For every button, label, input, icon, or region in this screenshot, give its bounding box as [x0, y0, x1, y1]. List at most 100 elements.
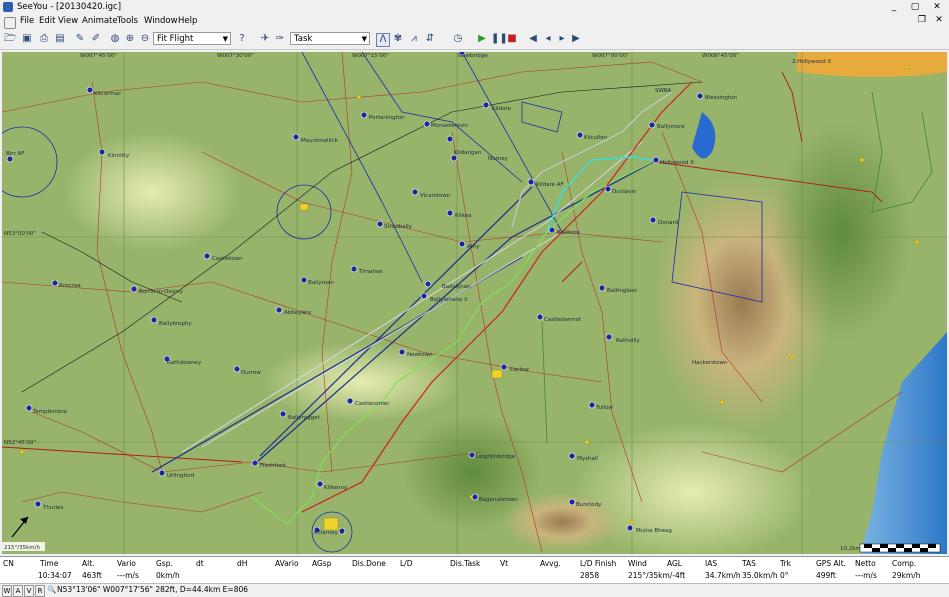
graph-icon[interactable]: ⩘ [408, 33, 420, 45]
label-nurney: Nurney [488, 156, 509, 162]
terrain-highland [62, 132, 242, 252]
col-header: Comp. [892, 559, 917, 568]
pen-icon[interactable]: ✎ [74, 33, 86, 45]
help-cursor-icon[interactable]: ? [236, 33, 248, 45]
last-icon[interactable]: ▶ [570, 33, 582, 45]
zoom-mode-value: Fit Flight [157, 34, 194, 44]
pause-icon[interactable]: ❚❚ [491, 33, 508, 45]
menu-animate[interactable]: Animate [82, 16, 118, 26]
col-header: AGL [667, 559, 682, 568]
menu-tools[interactable]: Tools [117, 16, 138, 26]
window-title: SeeYou - [20130420.igc] [17, 2, 122, 12]
scale-bar: 10.2km [840, 543, 941, 553]
label-rathvilly: Rathvilly [616, 338, 641, 344]
cursor-position: N53°13'06" W007°17'56" 282ft, D=44.4km E… [57, 585, 249, 594]
cell-netto: ---m/s [855, 571, 877, 580]
minimize-button[interactable]: _ [886, 2, 902, 12]
maximize-button[interactable]: ▢ [907, 2, 923, 12]
save-icon[interactable]: ▣ [21, 33, 33, 45]
label-timahoe: Timahoe [358, 269, 383, 275]
menu-window[interactable]: Window [144, 16, 178, 26]
label-killarney-x: Killarney X [314, 530, 344, 536]
coord-label: N52°45'00" [4, 440, 36, 446]
zoom-out-icon[interactable]: ⊖ [139, 33, 151, 45]
label-2-hollywood-x: 2.Hollywood X [792, 59, 832, 65]
col-header: AVario [275, 559, 299, 568]
label-carlow: Carlow [510, 367, 529, 373]
coord-label: N53°00'00" [4, 231, 36, 237]
label-roscrea: Roscrea [59, 283, 81, 289]
tab-r[interactable]: R [35, 585, 45, 597]
label-borris: Borris-in-Ossory [139, 289, 184, 295]
play-icon[interactable]: ▶ [476, 33, 488, 45]
status-bar: W A V R 🔍 N53°13'06" W007°17'56" 282ft, … [0, 583, 949, 597]
label-bunclody: Muine Bheag [636, 528, 672, 534]
label-hackerstown: Hackerstown [692, 360, 728, 366]
tab-w[interactable]: W [2, 585, 12, 597]
flight-icon[interactable]: ✈ [259, 33, 271, 45]
label-birr: Birr AF [6, 151, 24, 157]
prev-icon[interactable]: ◂ [542, 33, 554, 45]
label-kinnitty: Kinnitty [108, 153, 130, 159]
edit-task-icon[interactable]: ✐ [90, 33, 102, 45]
col-header: Vario [117, 559, 136, 568]
label-durrow: Durrow [241, 370, 261, 376]
print-preview-icon[interactable]: ▤ [54, 33, 66, 45]
tab-v[interactable]: V [24, 585, 34, 597]
map-canvas[interactable]: Kilcormac Kinnitty Birr AF Portarlington… [2, 52, 947, 554]
zoom-mode-select[interactable]: Fit Flight ▼ [153, 32, 231, 45]
task-edit-icon[interactable]: ✑ [274, 33, 286, 45]
first-icon[interactable]: ◀ [527, 33, 539, 45]
label-urlingford: Urlingford [167, 473, 194, 479]
col-header: L/D [400, 559, 413, 568]
statistics-icon[interactable]: ⇵ [424, 33, 436, 45]
open-icon[interactable]: 🗁 [4, 33, 16, 45]
label-ballyragget: Ballyragget [288, 415, 320, 421]
label-portarlington: Portarlington [369, 115, 405, 121]
label-baltinglass: Baltinglass [607, 288, 637, 294]
menu-file[interactable]: File [20, 16, 34, 26]
cell-comp: 29km/h [892, 571, 921, 580]
menu-help[interactable]: Help [178, 16, 197, 26]
label-kilkenny: Kilkenny [324, 485, 348, 491]
label-templemore: Templemore [32, 409, 67, 415]
stop-icon[interactable]: ■ [506, 33, 518, 45]
chevron-down-icon: ▼ [222, 35, 228, 43]
menu-bar: File Edit View Animate Tools Window Help… [0, 15, 949, 29]
col-header: Dis.Task [450, 559, 481, 568]
col-header: GPS Alt. [816, 559, 847, 568]
thermal-icon[interactable]: ✾ [392, 33, 404, 45]
label-freshford: Freshford [260, 463, 286, 469]
doc-icon[interactable] [4, 17, 16, 29]
label-kilcormac: Kilcormac [94, 91, 121, 97]
cell-wind: 215°/35km/-4ft [628, 571, 686, 580]
view-mode-select[interactable]: Task ▼ [290, 32, 370, 45]
col-header: CN [3, 559, 14, 568]
flight-data-table: CN Time Alt. Vario Gsp. dt dH AVario AGs… [0, 556, 949, 583]
col-header: Dis.Done [352, 559, 386, 568]
terrain-lowland [772, 122, 912, 342]
label-ballyroan: Ballyroan [308, 280, 334, 286]
zoom-in-icon[interactable]: ⊕ [124, 33, 136, 45]
globe-icon[interactable]: ◍ [109, 33, 121, 45]
close-button[interactable]: ✕ [929, 2, 945, 12]
label-leighlinbridge: Leighlinbridge [476, 454, 516, 460]
next-icon[interactable]: ▸ [556, 33, 568, 45]
label-monasterevin: Monasterevin [431, 123, 469, 129]
label-ballon: Myshall [577, 456, 598, 462]
label-tullow: Tullow [595, 405, 613, 411]
barogram-icon[interactable]: ᐱ [376, 33, 390, 47]
doc-restore-button[interactable]: ❐ [914, 15, 930, 25]
label-ballylynan: Ballylynan [442, 284, 471, 290]
label-vicarstown: Vicarstown [420, 193, 451, 199]
clock-icon[interactable]: ◷ [452, 33, 464, 45]
col-header: Gsp. [156, 559, 173, 568]
label-newbridge: Newbridge [458, 53, 488, 59]
label-ballymore: Ballymore [657, 124, 685, 130]
tab-a[interactable]: A [13, 585, 23, 597]
menu-view[interactable]: View [58, 16, 78, 26]
print-icon[interactable]: ⎙ [38, 33, 50, 45]
map-view[interactable]: Kilcormac Kinnitty Birr AF Portarlington… [2, 52, 947, 554]
doc-close-button[interactable]: ✕ [931, 15, 947, 25]
menu-edit[interactable]: Edit [39, 16, 55, 26]
